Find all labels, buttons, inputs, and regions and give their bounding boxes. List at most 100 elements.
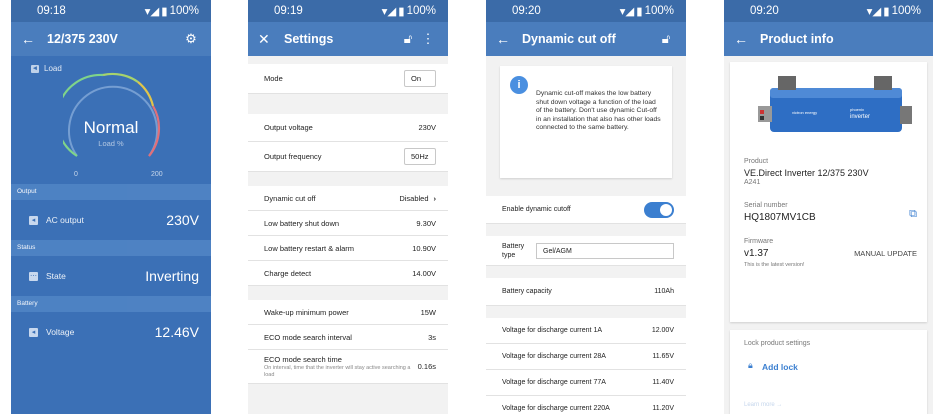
lock-card: Lock product settings 🔒︎ Add lock Learn … <box>730 330 927 414</box>
dynamic-cutoff-row[interactable]: Dynamic cut off Disabled › <box>248 186 448 211</box>
battery-type-label: Battery type <box>502 242 525 259</box>
voltage-row[interactable]: ◂ Voltage 12.46V <box>11 312 211 352</box>
chevron-right-icon: › <box>433 193 437 203</box>
section-header-status: Status <box>11 240 211 256</box>
load-icon: ◂ <box>31 64 39 73</box>
product-info-title: Product info <box>760 32 834 46</box>
more-vert-icon[interactable]: ⋮ <box>418 31 438 47</box>
gauge-state: Normal <box>83 118 139 137</box>
gauge-unit: Load % <box>98 139 124 148</box>
lock-settings-title: Lock product settings <box>744 340 811 347</box>
app-bar: ← Product info <box>724 22 933 56</box>
discharge-row[interactable]: Voltage for discharge current 28A 11.65V <box>486 344 686 370</box>
dynamic-cutoff-title: Dynamic cut off <box>522 32 616 46</box>
battery-percent: 100% <box>644 5 674 17</box>
section-header-battery: Battery <box>11 296 211 312</box>
ac-output-label: AC output <box>46 215 84 225</box>
discharge-label: Voltage for discharge current 28A <box>502 353 606 360</box>
settings-list: Mode On Output voltage 230V Output frequ… <box>248 56 448 384</box>
manual-update-button[interactable]: MANUAL UPDATE <box>854 249 917 258</box>
info-icon: i <box>510 76 528 94</box>
firmware-label: Firmware <box>744 238 774 245</box>
ac-output-icon: ◂ <box>29 215 38 225</box>
output-voltage-row[interactable]: Output voltage 230V <box>248 114 448 142</box>
battery-percent: 100% <box>406 5 436 17</box>
state-label: State <box>46 271 66 281</box>
low-battery-shutdown-value: 9.30V <box>416 218 436 228</box>
discharge-value: 12.00V <box>651 327 674 334</box>
wakeup-power-row[interactable]: Wake-up minimum power 15W <box>248 300 448 325</box>
add-lock-button[interactable]: Add lock <box>762 362 798 372</box>
status-time: 09:18 <box>37 5 66 17</box>
battery-type-select[interactable]: Gel/AGM <box>536 242 674 259</box>
app-bar: ← Dynamic cut off 🔓︎ <box>486 22 686 56</box>
serial-label: Serial number <box>744 202 788 209</box>
state-value: Inverting <box>145 268 199 284</box>
battery-icon: ▮ <box>883 6 890 18</box>
back-arrow-icon[interactable]: ← <box>734 31 752 47</box>
output-frequency-select[interactable]: 50Hz <box>404 148 436 165</box>
status-bar: 09:20 ▾◢ ▮ 100% <box>724 0 933 22</box>
status-time: 09:20 <box>750 5 779 17</box>
enable-dynamic-cutoff-row[interactable]: Enable dynamic cutoff <box>486 196 686 224</box>
battery-percent: 100% <box>891 5 921 17</box>
discharge-value: 11.65V <box>652 353 674 360</box>
enable-dynamic-cutoff-toggle[interactable] <box>644 201 674 218</box>
app-bar: ✕ Settings 🔓︎ ⋮ <box>248 22 448 56</box>
inverter-image: victron energy phoenix inverter <box>758 76 912 132</box>
load-widget: ◂ Load Normal Load % 0 200 <box>11 56 211 184</box>
state-row[interactable]: ⋯ State Inverting <box>11 256 211 296</box>
battery-capacity-row[interactable]: Battery capacity 110Ah <box>486 278 686 306</box>
lock-icon[interactable]: 🔓︎ <box>656 31 676 47</box>
back-arrow-icon[interactable]: ← <box>496 31 514 47</box>
firmware-value: v1.37 <box>744 248 769 259</box>
learn-more-link[interactable]: Learn more → <box>744 402 782 408</box>
status-time: 09:20 <box>512 5 541 17</box>
discharge-row[interactable]: Voltage for discharge current 220A 11.20… <box>486 396 686 414</box>
close-icon[interactable]: ✕ <box>258 31 276 48</box>
discharge-row[interactable]: Voltage for discharge current 77A 11.40V <box>486 370 686 396</box>
eco-search-time-row[interactable]: ECO mode search time On interval, time t… <box>248 350 448 384</box>
status-bar: 09:19 ▾◢ ▮ 100% <box>248 0 448 22</box>
low-battery-shutdown-label: Low battery shut down <box>264 218 340 228</box>
battery-capacity-value: 110Ah <box>654 288 674 295</box>
phone-dynamic-cutoff: 09:20 ▾◢ ▮ 100% ← Dynamic cut off 🔓︎ i Dyn… <box>486 0 686 414</box>
mode-select[interactable]: On <box>404 70 436 87</box>
settings-title: Settings <box>284 32 334 46</box>
battery-icon: ▮ <box>398 6 405 18</box>
signal-icon: ▾◢ <box>619 6 635 18</box>
discharge-row[interactable]: Voltage for discharge current 1A 12.00V <box>486 318 686 344</box>
app-bar: ← 12/375 230V ⚙ <box>11 22 211 56</box>
output-frequency-row[interactable]: Output frequency 50Hz <box>248 142 448 172</box>
eco-search-time-value: 0.16s <box>417 362 436 371</box>
charge-detect-value: 14.00V <box>412 268 436 278</box>
back-arrow-icon[interactable]: ← <box>21 31 39 47</box>
mode-label: Mode <box>264 74 283 83</box>
charge-detect-label: Charge detect <box>264 268 312 278</box>
phone-settings: 09:19 ▾◢ ▮ 100% ✕ Settings 🔓︎ ⋮ Mode On Ou… <box>248 0 448 414</box>
ac-output-row[interactable]: ◂ AC output 230V <box>11 200 211 240</box>
copy-icon[interactable]: ⧉ <box>909 208 917 221</box>
gear-icon[interactable]: ⚙ <box>181 31 201 47</box>
enable-dynamic-cutoff-label: Enable dynamic cutoff <box>502 206 571 213</box>
discharge-value: 11.40V <box>652 379 674 386</box>
discharge-value: 11.20V <box>652 405 674 412</box>
discharge-label: Voltage for discharge current 77A <box>502 379 606 386</box>
low-battery-shutdown-row[interactable]: Low battery shut down 9.30V <box>248 211 448 236</box>
dynamic-cutoff-label: Dynamic cut off <box>264 193 316 203</box>
wakeup-power-value: 15W <box>420 307 436 317</box>
signal-icon: ▾◢ <box>144 6 160 18</box>
load-label: Load <box>44 64 62 73</box>
lock-icon[interactable]: 🔓︎ <box>398 31 418 47</box>
low-battery-restart-row[interactable]: Low battery restart & alarm 10.90V <box>248 236 448 261</box>
eco-interval-row[interactable]: ECO mode search interval 3s <box>248 325 448 350</box>
product-label: Product <box>744 158 769 165</box>
output-voltage-label: Output voltage <box>264 123 313 132</box>
phone-dashboard: 09:18 ▾◢ ▮ 100% ← 12/375 230V ⚙ ◂ Load Norm… <box>11 0 211 414</box>
charge-detect-row[interactable]: Charge detect 14.00V <box>248 261 448 286</box>
battery-capacity-label: Battery capacity <box>502 288 552 295</box>
product-code: A241 <box>744 179 761 186</box>
mode-row[interactable]: Mode On <box>248 64 448 94</box>
battery-type-row[interactable]: Battery type Gel/AGM <box>486 236 686 266</box>
device-model-line2: inverter <box>850 114 870 120</box>
